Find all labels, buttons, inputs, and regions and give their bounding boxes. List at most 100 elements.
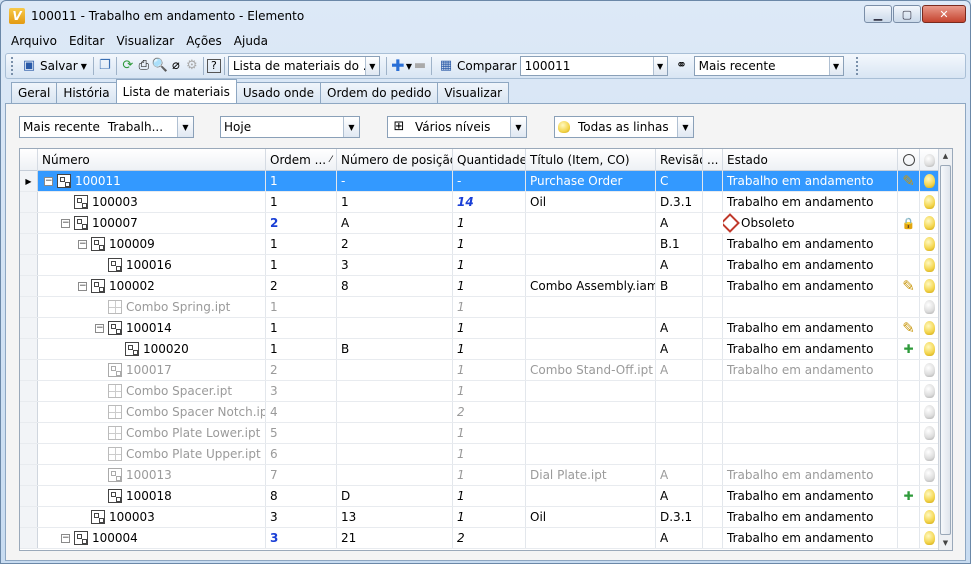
- cell-numero[interactable]: 100020: [38, 339, 266, 359]
- cell-quantidade[interactable]: 2: [453, 402, 526, 422]
- cell-lightbulb[interactable]: [920, 444, 940, 464]
- cell-numero[interactable]: 100013: [38, 465, 266, 485]
- cell-numero[interactable]: − 100009: [38, 234, 266, 254]
- cell-posicao[interactable]: 13: [337, 507, 453, 527]
- table-row[interactable]: − 100014 1 1 A Trabalho em andamento ✎: [20, 318, 940, 339]
- cell-lightbulb[interactable]: [920, 255, 940, 275]
- cell-quantidade[interactable]: 1: [453, 486, 526, 506]
- cell-numero[interactable]: Combo Spacer.ipt: [38, 381, 266, 401]
- cell-quantidade[interactable]: 1: [453, 213, 526, 233]
- cell-numero[interactable]: − 100004: [38, 528, 266, 548]
- cell-posicao[interactable]: 1: [337, 192, 453, 212]
- cell-posicao[interactable]: -: [337, 171, 453, 191]
- cell-quantidade[interactable]: 1: [453, 507, 526, 527]
- cell-posicao[interactable]: [337, 360, 453, 380]
- cell-posicao[interactable]: [337, 381, 453, 401]
- help-icon[interactable]: ?: [206, 59, 221, 73]
- menu-acoes[interactable]: Ações: [180, 34, 228, 48]
- cell-numero[interactable]: 100016: [38, 255, 266, 275]
- row-selector[interactable]: [20, 276, 38, 296]
- table-row[interactable]: Combo Plate Upper.ipt 6 1: [20, 444, 940, 465]
- table-row[interactable]: 100013 7 1 Dial Plate.ipt A Trabalho em andam…: [20, 465, 940, 486]
- row-selector[interactable]: [20, 423, 38, 443]
- cell-lightbulb[interactable]: [920, 402, 940, 422]
- maximize-button[interactable]: ▢: [893, 5, 921, 23]
- cell-lightbulb[interactable]: [920, 381, 940, 401]
- cell-lightbulb[interactable]: [920, 507, 940, 527]
- binoculars-icon[interactable]: ⚭: [674, 58, 690, 74]
- cell-numero[interactable]: Combo Plate Upper.ipt: [38, 444, 266, 464]
- col-titulo[interactable]: Título (Item, CO): [526, 149, 656, 171]
- cell-edit-status[interactable]: [898, 192, 920, 212]
- cell-numero[interactable]: 100003: [38, 192, 266, 212]
- tab-lista-de-materiais[interactable]: Lista de materiais: [115, 79, 237, 103]
- collapse-toggle-icon[interactable]: −: [95, 323, 104, 333]
- collapse-toggle-icon[interactable]: −: [78, 239, 87, 249]
- tab-ordem-do-pedido[interactable]: Ordem do pedido: [320, 82, 439, 103]
- table-row[interactable]: 100003 3 13 1 Oil D.3.1 Trabalho em andamento: [20, 507, 940, 528]
- cell-numero[interactable]: − 100014: [38, 318, 266, 338]
- cell-posicao[interactable]: [337, 444, 453, 464]
- cell-lightbulb[interactable]: [920, 213, 940, 233]
- cell-posicao[interactable]: D: [337, 486, 453, 506]
- cell-edit-status[interactable]: [898, 381, 920, 401]
- collapse-toggle-icon[interactable]: −: [78, 281, 87, 291]
- menu-arquivo[interactable]: Arquivo: [5, 34, 63, 48]
- cell-quantidade[interactable]: 1: [453, 318, 526, 338]
- cell-quantidade[interactable]: 1: [453, 339, 526, 359]
- cell-numero[interactable]: 100018: [38, 486, 266, 506]
- cell-lightbulb[interactable]: [920, 297, 940, 317]
- table-row[interactable]: − 100009 1 2 1 B.1 Trabalho em andamento: [20, 234, 940, 255]
- cell-posicao[interactable]: [337, 297, 453, 317]
- row-selector[interactable]: [20, 339, 38, 359]
- cell-numero[interactable]: Combo Spring.ipt: [38, 297, 266, 317]
- cell-numero[interactable]: Combo Spacer Notch.ipt: [38, 402, 266, 422]
- cell-quantidade[interactable]: -: [453, 171, 526, 191]
- cell-lightbulb[interactable]: [920, 465, 940, 485]
- cell-posicao[interactable]: [337, 423, 453, 443]
- cell-numero[interactable]: 100017: [38, 360, 266, 380]
- row-selector[interactable]: [20, 297, 38, 317]
- cell-edit-status[interactable]: [898, 234, 920, 254]
- table-row[interactable]: 100017 2 1 Combo Stand-Off.ipt A Trabalho em …: [20, 360, 940, 381]
- row-selector[interactable]: [20, 234, 38, 254]
- table-row[interactable]: Combo Spacer.ipt 3 1: [20, 381, 940, 402]
- cell-quantidade[interactable]: 1: [453, 381, 526, 401]
- menu-ajuda[interactable]: Ajuda: [228, 34, 274, 48]
- cell-lightbulb[interactable]: [920, 339, 940, 359]
- refresh-icon[interactable]: ⟳: [120, 58, 136, 74]
- cell-edit-status[interactable]: [898, 423, 920, 443]
- cell-edit-status[interactable]: ✎: [898, 171, 920, 191]
- col-more[interactable]: ...: [703, 149, 723, 171]
- col-revisao[interactable]: Revisão: [656, 149, 703, 171]
- save-button[interactable]: ▣ Salvar ▼: [18, 56, 90, 76]
- col-quantidade[interactable]: Quantidade: [453, 149, 526, 171]
- bom-view-combo[interactable]: Lista de materiais do ... ▼: [227, 56, 380, 76]
- levels-filter-combo[interactable]: ⊞ Vários níveis ▼: [387, 116, 527, 138]
- cell-posicao[interactable]: 3: [337, 255, 453, 275]
- cell-lightbulb[interactable]: [920, 318, 940, 338]
- cell-quantidade[interactable]: 1: [453, 234, 526, 254]
- cell-numero[interactable]: − 100002: [38, 276, 266, 296]
- row-selector[interactable]: [20, 528, 38, 548]
- col-numero[interactable]: Número: [38, 149, 266, 171]
- cell-posicao[interactable]: A: [337, 213, 453, 233]
- tab-usado-onde[interactable]: Usado onde: [235, 82, 321, 103]
- row-selector[interactable]: [20, 192, 38, 212]
- row-selector[interactable]: [20, 444, 38, 464]
- collapse-toggle-icon[interactable]: −: [61, 218, 70, 228]
- row-selector[interactable]: [20, 465, 38, 485]
- col-estado[interactable]: Estado: [723, 149, 898, 171]
- table-row[interactable]: Combo Spacer Notch.ipt 4 2: [20, 402, 940, 423]
- table-row[interactable]: Combo Plate Lower.ipt 5 1: [20, 423, 940, 444]
- cell-edit-status[interactable]: [898, 360, 920, 380]
- cell-quantidade[interactable]: 14: [453, 192, 526, 212]
- cell-lightbulb[interactable]: [920, 276, 940, 296]
- collapse-toggle-icon[interactable]: −: [44, 176, 53, 186]
- cell-edit-status[interactable]: 🔒: [898, 213, 920, 233]
- date-filter-combo[interactable]: Hoje ▼: [220, 116, 360, 138]
- table-row[interactable]: Combo Spring.ipt 1 1: [20, 297, 940, 318]
- cell-posicao[interactable]: [337, 318, 453, 338]
- cell-quantidade[interactable]: 1: [453, 423, 526, 443]
- table-row[interactable]: 100018 8 D 1 A Trabalho em andamento ✚: [20, 486, 940, 507]
